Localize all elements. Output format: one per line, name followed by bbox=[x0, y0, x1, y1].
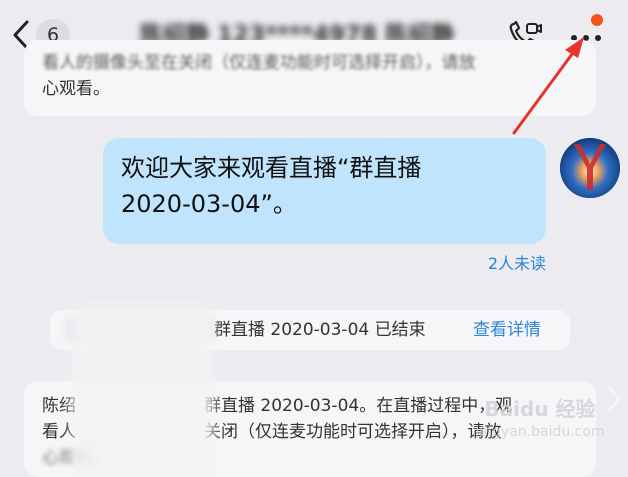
my-message-bubble[interactable]: 欢迎大家来观看直播“群直播 2020-03-04”。 bbox=[103, 138, 546, 244]
avatar[interactable] bbox=[560, 138, 620, 198]
live-ended-text: 群直播 2020-03-04 已结束 bbox=[214, 320, 426, 340]
my-message-line: 欢迎大家来观看直播“群直播 bbox=[121, 154, 422, 182]
previous-message-bubble: 看人的摄像头至在关闭（仅连麦功能时可选择开启），请放 心观看。 bbox=[24, 40, 596, 116]
avatar-image bbox=[560, 138, 620, 198]
read-status[interactable]: 2人未读 bbox=[470, 253, 546, 275]
previous-message-line: 心观看。 bbox=[42, 79, 110, 99]
privacy-blur bbox=[72, 308, 214, 477]
view-details-link[interactable]: 查看详情 bbox=[473, 310, 541, 350]
notification-dot bbox=[591, 14, 603, 26]
previous-message-line: 看人的摄像头至在关闭（仅连麦功能时可选择开启），请放 bbox=[42, 53, 476, 73]
baidu-watermark: Baidu 经验 jingyan.baidu.com bbox=[475, 397, 605, 440]
my-message-line: 2020-03-04”。 bbox=[121, 190, 297, 218]
